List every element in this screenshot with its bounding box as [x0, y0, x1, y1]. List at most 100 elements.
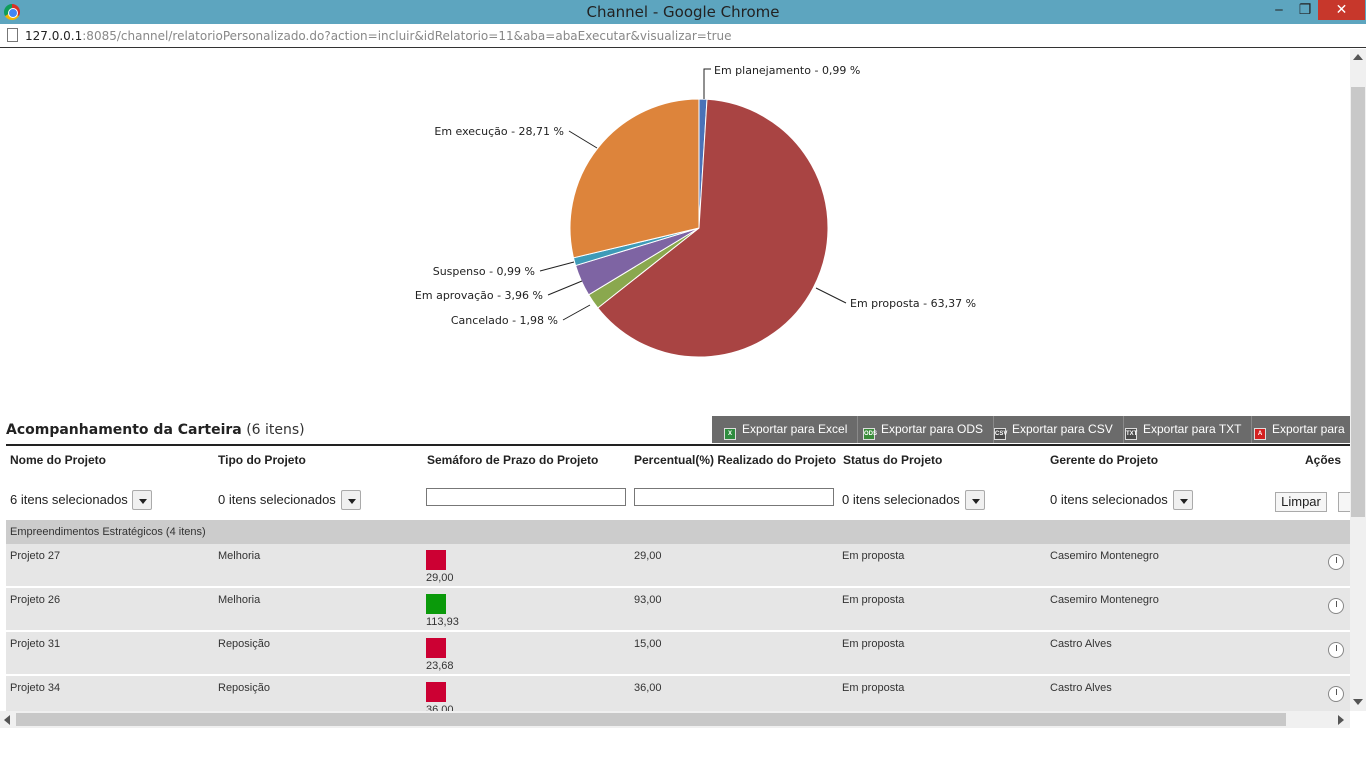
col-header-status[interactable]: Status do Projeto [843, 453, 942, 467]
cell-status: Em proposta [842, 550, 905, 562]
semaforo-value: 113,93 [426, 616, 459, 628]
semaforo-indicator [426, 594, 446, 614]
semaforo-indicator [426, 550, 446, 570]
pie-connector-0 [703, 68, 711, 99]
col-header-gerente[interactable]: Gerente do Projeto [1050, 453, 1158, 467]
filter-gerente-dropdown[interactable] [1173, 490, 1193, 510]
export-label: Exportar para [1272, 422, 1345, 436]
cell-tipo: Reposição [218, 682, 270, 694]
filter-semaforo-input[interactable] [426, 488, 626, 506]
section-title-text: Acompanhamento da Carteira [6, 422, 242, 438]
section-title: Acompanhamento da Carteira (6 itens) [6, 422, 305, 438]
filter-nome-dropdown[interactable] [132, 490, 152, 510]
col-header-percentual[interactable]: Percentual(%) Realizado do Projeto [634, 453, 836, 467]
cell-nome: Projeto 34 [10, 682, 61, 694]
export-button-0[interactable]: X Exportar para Excel [724, 416, 859, 443]
txt-icon: TXT [1125, 428, 1137, 440]
cell-tipo: Melhoria [218, 594, 261, 606]
filter-percentual-input[interactable] [634, 488, 834, 506]
clock-icon[interactable] [1328, 598, 1344, 614]
col-header-tipo[interactable]: Tipo do Projeto [218, 453, 306, 467]
export-button-4[interactable]: A Exportar para [1254, 416, 1350, 443]
table-row[interactable]: Projeto 26 Melhoria 93,00 Em proposta Casemi… [6, 588, 1350, 631]
filter-status-text: 0 itens selecionados [842, 492, 960, 507]
window-titlebar: Channel - Google Chrome ‒ ❐ ✕ [0, 0, 1366, 24]
export-toolbar: X Exportar para Excel ODS Exportar para ODS… [712, 416, 1350, 443]
filter-tipo-text: 0 itens selecionados [218, 492, 336, 507]
filter-tipo-dropdown[interactable] [341, 490, 361, 510]
group-row[interactable]: Empreendimentos Estratégicos (4 itens) [6, 520, 1350, 544]
cell-percentual: 36,00 [634, 682, 662, 694]
cell-percentual: 29,00 [634, 550, 662, 562]
clock-icon[interactable] [1328, 642, 1344, 658]
ods-icon: ODS [863, 428, 877, 440]
vertical-scrollbar[interactable] [1350, 49, 1366, 711]
pie-label-4: Suspenso - 0,99 % [433, 265, 535, 278]
semaforo-value: 36,00 [426, 704, 454, 711]
extra-action-button[interactable] [1338, 492, 1350, 512]
cell-nome: Projeto 31 [10, 638, 61, 650]
cell-nome: Projeto 26 [10, 594, 61, 606]
pdf-icon: A [1254, 428, 1266, 440]
cell-tipo: Melhoria [218, 550, 261, 562]
col-header-semaforo[interactable]: Semáforo de Prazo do Projeto [427, 453, 598, 467]
cell-status: Em proposta [842, 594, 905, 606]
semaforo-value: 29,00 [426, 572, 454, 584]
table-row[interactable]: Projeto 31 Reposição 15,00 Em proposta Castr… [6, 632, 1350, 675]
pie-chart: Em planejamento - 0,99 % Em proposta - 63… [415, 64, 976, 358]
horizontal-scroll-thumb[interactable] [16, 713, 1286, 726]
export-label: Exportar para CSV [1012, 422, 1113, 436]
export-button-2[interactable]: CSV Exportar para CSV [994, 416, 1124, 443]
export-label: Exportar para ODS [881, 422, 984, 436]
semaforo-indicator [426, 682, 446, 702]
filter-gerente-text: 0 itens selecionados [1050, 492, 1168, 507]
vertical-scroll-thumb[interactable] [1351, 87, 1365, 517]
cell-gerente: Casemiro Montenegro [1050, 550, 1159, 562]
table-row[interactable]: Projeto 34 Reposição 36,00 Em proposta Castr… [6, 676, 1350, 711]
export-label: Exportar para TXT [1143, 422, 1242, 436]
pie-connector-4 [539, 261, 575, 272]
cell-tipo: Reposição [218, 638, 270, 650]
minimize-button[interactable]: ‒ [1266, 0, 1292, 20]
cell-gerente: Castro Alves [1050, 638, 1112, 650]
export-label: Exportar para Excel [742, 422, 848, 436]
cell-gerente: Castro Alves [1050, 682, 1112, 694]
cell-gerente: Casemiro Montenegro [1050, 594, 1159, 606]
pie-label-0: Em planejamento - 0,99 % [714, 64, 860, 77]
col-header-nome[interactable]: Nome do Projeto [10, 453, 106, 467]
url-host: 127.0.0.1 [25, 29, 83, 43]
export-button-3[interactable]: TXT Exportar para TXT [1125, 416, 1253, 443]
clock-icon[interactable] [1328, 554, 1344, 570]
export-button-1[interactable]: ODS Exportar para ODS [863, 416, 995, 443]
page-icon [7, 28, 18, 42]
pie-label-1: Em proposta - 63,37 % [850, 297, 976, 310]
pie-label-3: Em aprovação - 3,96 % [415, 289, 543, 302]
pie-label-2: Cancelado - 1,98 % [451, 314, 558, 327]
address-bar[interactable]: 127.0.0.1:8085/channel/relatorioPersonal… [0, 24, 1366, 48]
limpar-button[interactable]: Limpar [1275, 492, 1327, 512]
cell-status: Em proposta [842, 682, 905, 694]
scroll-right-icon[interactable] [1338, 715, 1344, 725]
semaforo-indicator [426, 638, 446, 658]
cell-percentual: 93,00 [634, 594, 662, 606]
col-header-acoes: Ações [1305, 453, 1342, 467]
scroll-left-icon[interactable] [4, 715, 10, 725]
cell-percentual: 15,00 [634, 638, 662, 650]
maximize-button[interactable]: ❐ [1292, 0, 1318, 20]
horizontal-scrollbar[interactable] [0, 711, 1350, 728]
pie-connector-3 [547, 280, 583, 296]
pie-connector-2 [562, 304, 591, 321]
window-bottom [0, 728, 1366, 768]
table-row[interactable]: Projeto 27 Melhoria 29,00 Em proposta Casemi… [6, 544, 1350, 587]
scroll-down-icon[interactable] [1353, 699, 1363, 705]
csv-icon: CSV [994, 428, 1007, 440]
filter-nome-text: 6 itens selecionados [10, 492, 128, 507]
scroll-up-icon[interactable] [1353, 54, 1363, 60]
clock-icon[interactable] [1328, 686, 1344, 702]
semaforo-value: 23,68 [426, 660, 454, 672]
url-text[interactable]: 127.0.0.1:8085/channel/relatorioPersonal… [25, 29, 732, 43]
filter-status-dropdown[interactable] [965, 490, 985, 510]
pie-connector-1 [815, 287, 847, 304]
close-button[interactable]: ✕ [1318, 0, 1365, 20]
section-count: (6 itens) [246, 422, 305, 438]
